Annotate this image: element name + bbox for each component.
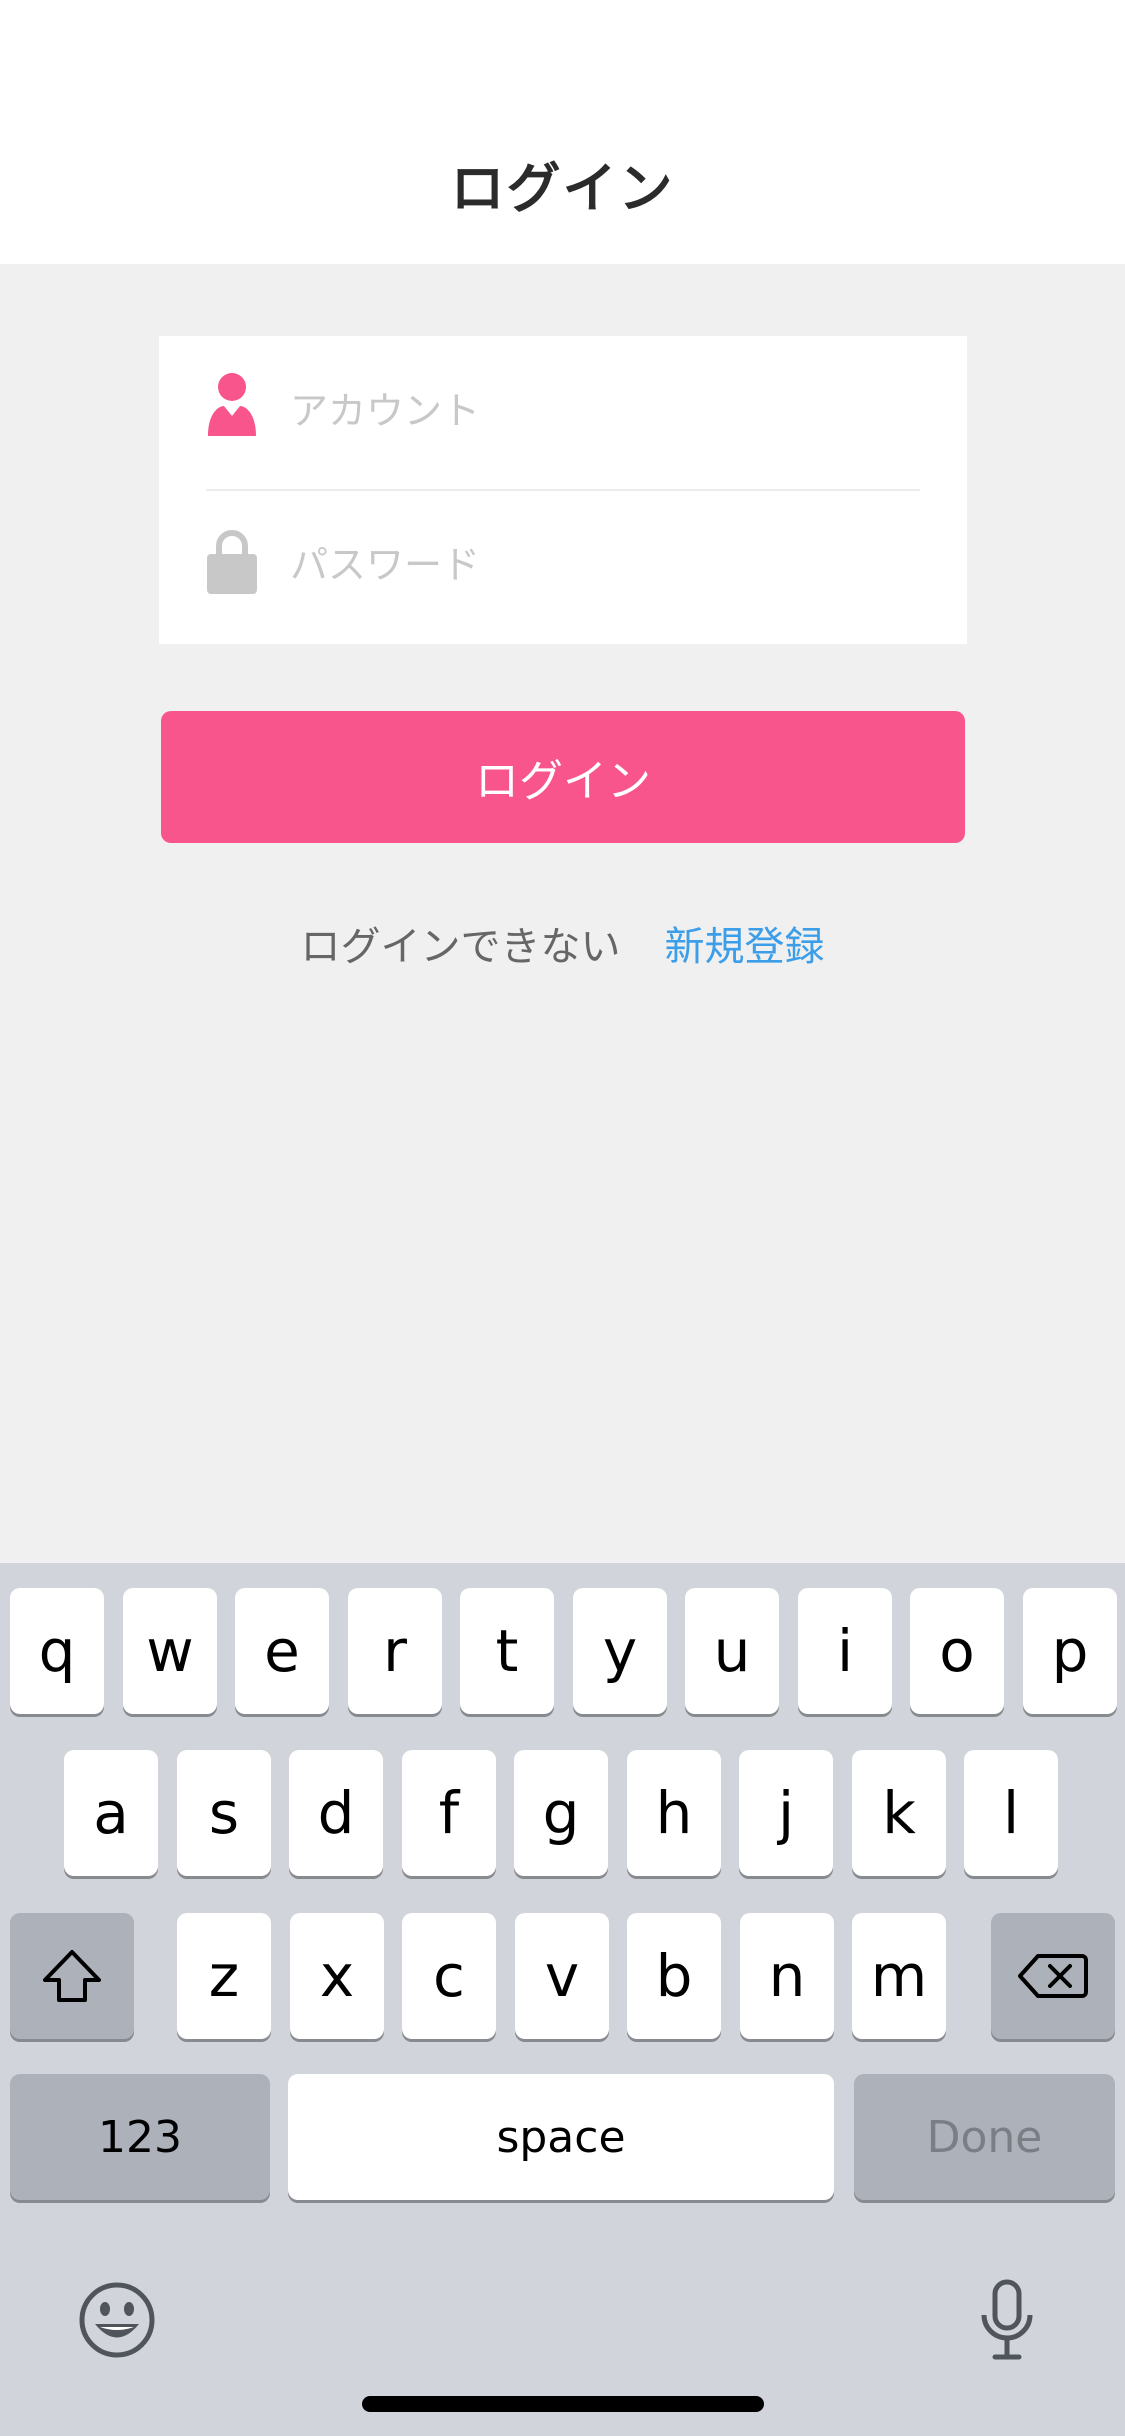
key-e[interactable]: e (235, 1588, 329, 1714)
navigation-bar: ログイン (0, 0, 1125, 264)
key-m[interactable]: m (852, 1913, 946, 2039)
password-input[interactable] (290, 530, 910, 600)
account-field[interactable] (159, 336, 967, 490)
login-button[interactable]: ログイン (161, 711, 965, 843)
key-o[interactable]: o (910, 1588, 1004, 1714)
key-z[interactable]: z (177, 1913, 271, 2039)
login-form (159, 336, 967, 644)
key-b[interactable]: b (627, 1913, 721, 2039)
key-q[interactable]: q (10, 1588, 104, 1714)
auth-links: ログインできない 新規登録 (0, 914, 1125, 972)
password-field[interactable] (159, 490, 967, 644)
key-t[interactable]: t (460, 1588, 554, 1714)
key-u[interactable]: u (685, 1588, 779, 1714)
emoji-icon[interactable] (78, 2281, 156, 2359)
key-r[interactable]: r (348, 1588, 442, 1714)
key-i[interactable]: i (798, 1588, 892, 1714)
key-j[interactable]: j (739, 1750, 833, 1876)
done-key[interactable]: Done (854, 2074, 1115, 2200)
key-w[interactable]: w (123, 1588, 217, 1714)
key-g[interactable]: g (514, 1750, 608, 1876)
keyboard: qwertyuiop asdfghjkl zxcvbnm 123 space Don… (0, 1563, 1125, 2436)
key-d[interactable]: d (289, 1750, 383, 1876)
key-n[interactable]: n (740, 1913, 834, 2039)
space-key[interactable]: space (288, 2074, 834, 2200)
delete-key[interactable] (991, 1913, 1115, 2039)
user-icon (208, 373, 256, 436)
key-f[interactable]: f (402, 1750, 496, 1876)
lock-icon (207, 530, 257, 594)
shift-icon (43, 1950, 101, 2002)
shift-key[interactable] (10, 1913, 134, 2039)
key-c[interactable]: c (402, 1913, 496, 2039)
key-a[interactable]: a (64, 1750, 158, 1876)
key-y[interactable]: y (573, 1588, 667, 1714)
key-v[interactable]: v (515, 1913, 609, 2039)
key-x[interactable]: x (290, 1913, 384, 2039)
register-link[interactable]: 新規登録 (665, 924, 825, 970)
key-p[interactable]: p (1023, 1588, 1117, 1714)
account-input[interactable] (290, 376, 910, 446)
microphone-icon[interactable] (980, 2279, 1034, 2361)
key-k[interactable]: k (852, 1750, 946, 1876)
delete-icon (1018, 1954, 1088, 1998)
home-indicator (362, 2396, 764, 2412)
numbers-key[interactable]: 123 (10, 2074, 270, 2200)
page-title: ログイン (450, 157, 675, 220)
cant-login-link[interactable]: ログインできない (301, 924, 621, 970)
key-h[interactable]: h (627, 1750, 721, 1876)
key-l[interactable]: l (964, 1750, 1058, 1876)
key-s[interactable]: s (177, 1750, 271, 1876)
